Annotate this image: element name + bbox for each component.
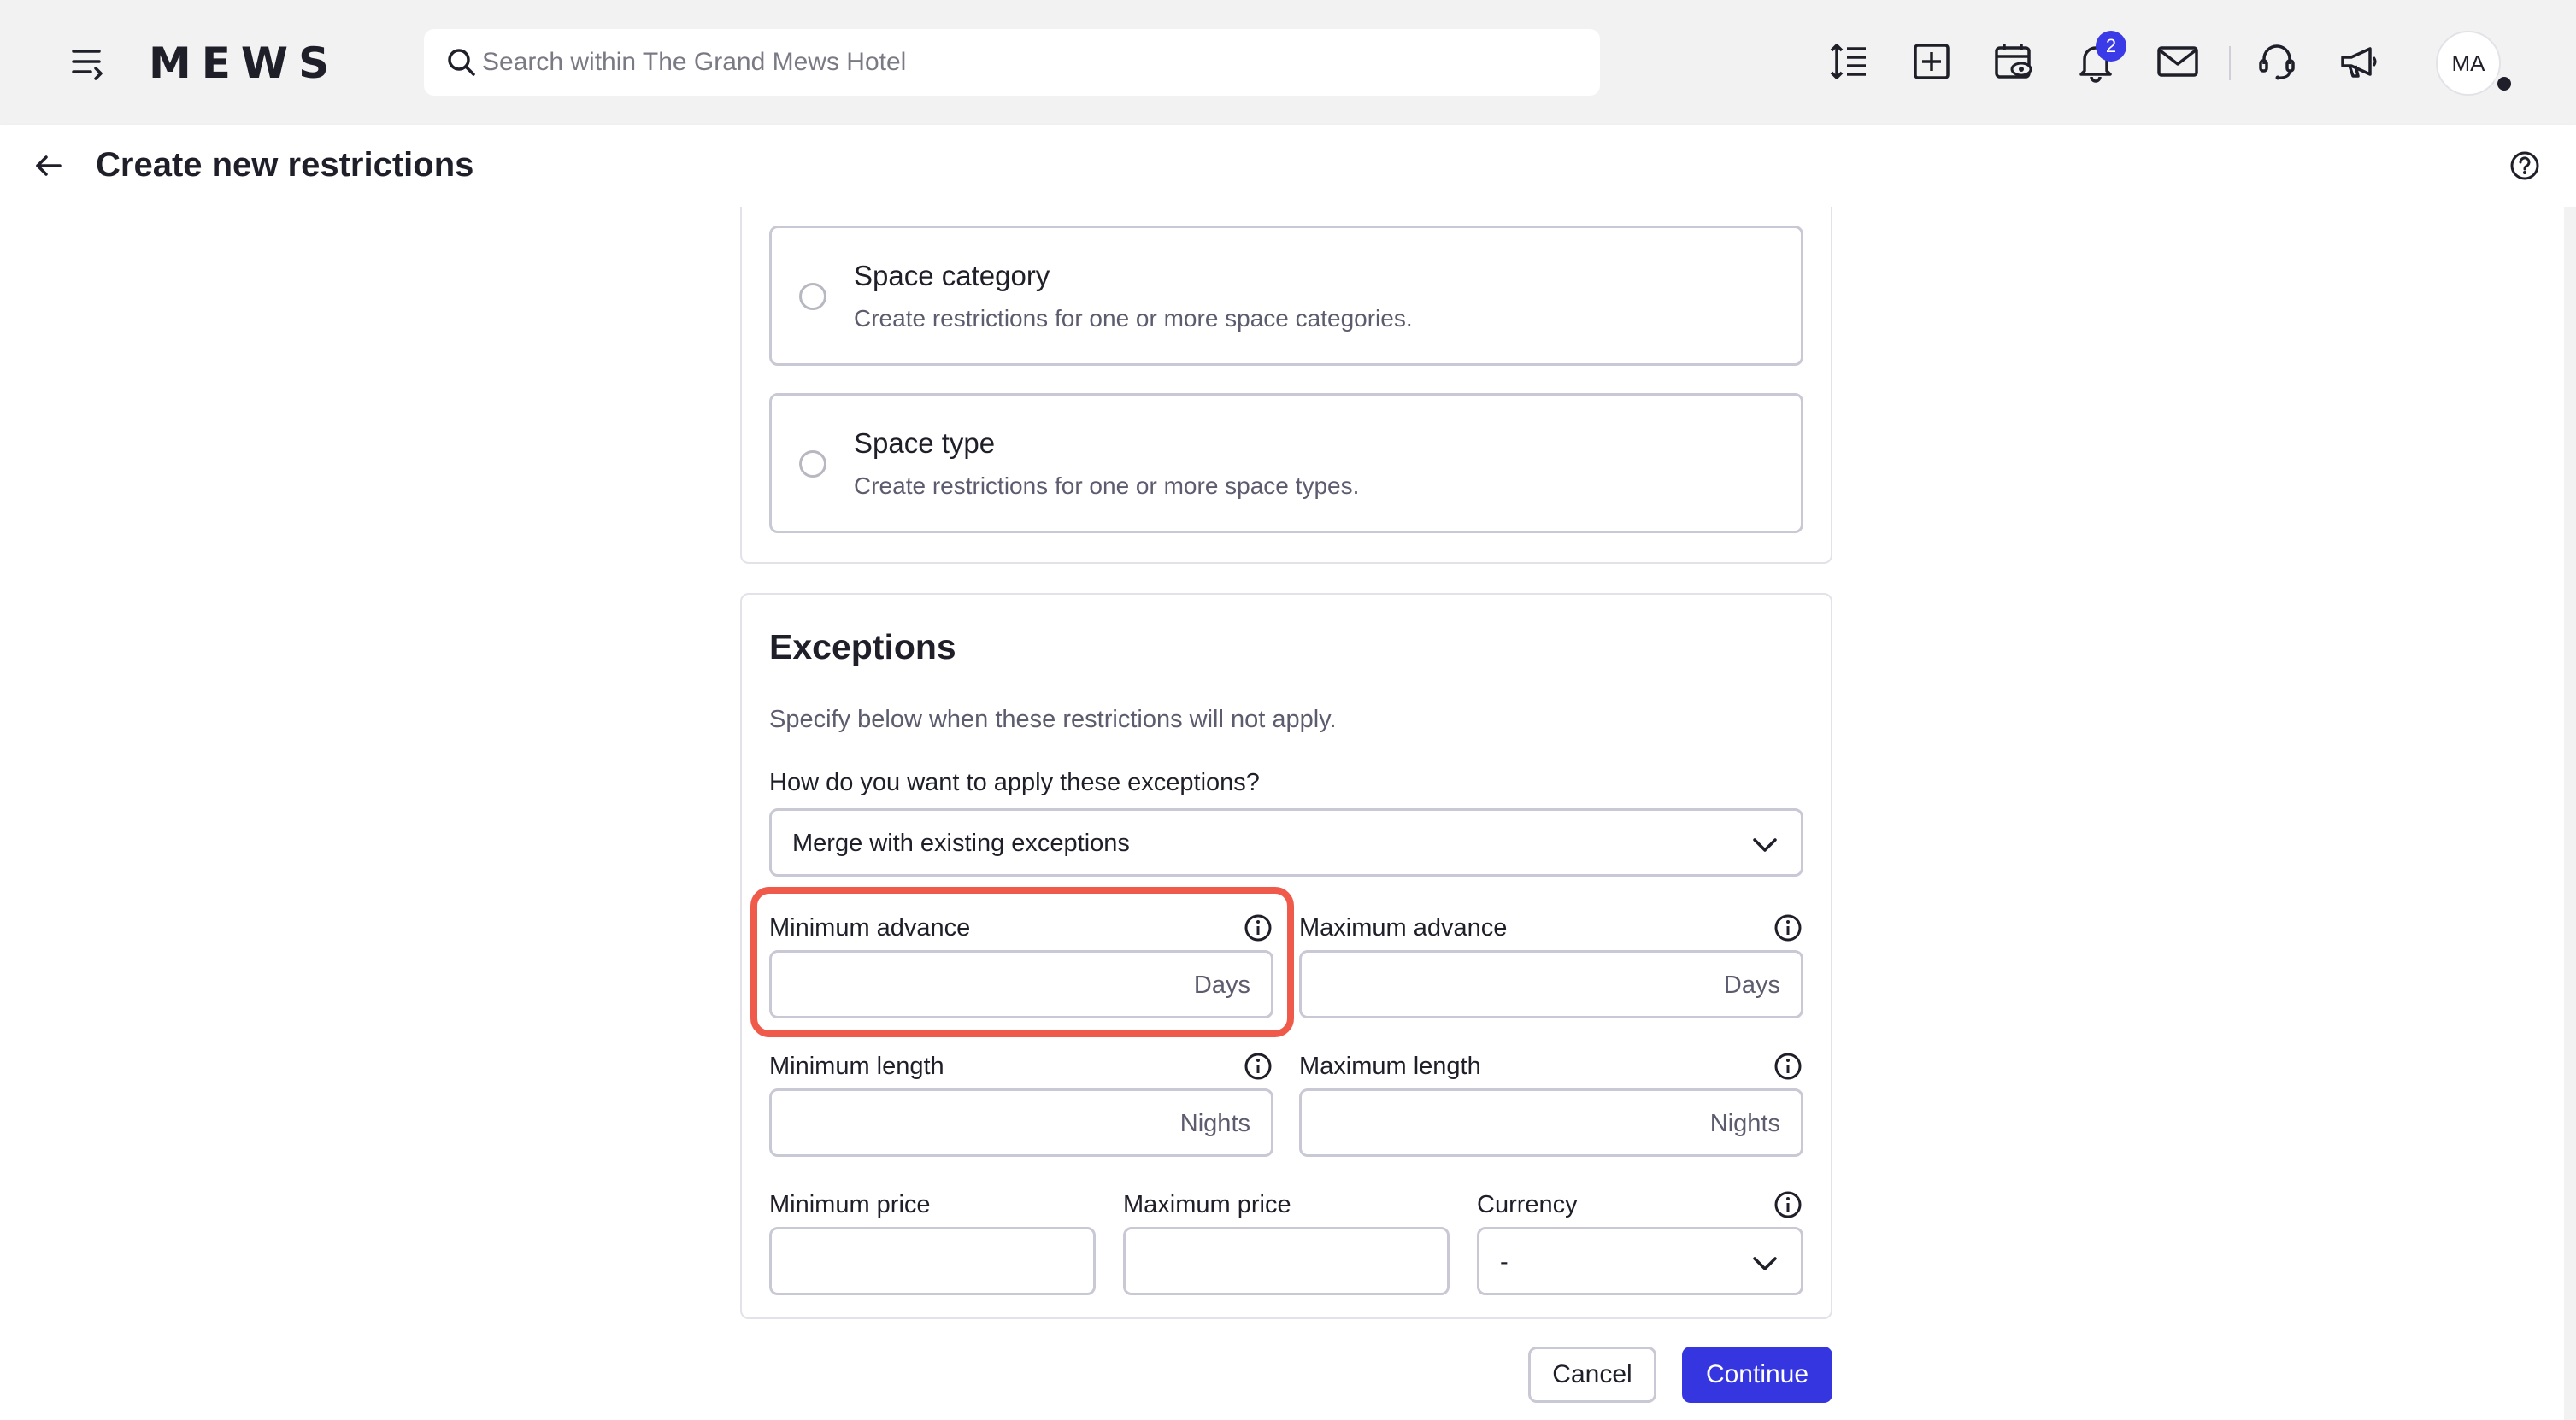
highlight-box xyxy=(750,887,1294,1037)
max-length-label: Maximum length xyxy=(1299,1053,1481,1080)
info-icon[interactable] xyxy=(1243,1051,1273,1082)
min-length-suffix: Nights xyxy=(1179,1110,1250,1137)
min-length-label: Minimum length xyxy=(769,1053,944,1080)
search-bar[interactable] xyxy=(424,29,1600,96)
max-price-label: Maximum price xyxy=(1123,1191,1291,1218)
min-price-label: Minimum price xyxy=(769,1191,931,1218)
currency-select[interactable]: - xyxy=(1477,1227,1803,1295)
option-title: Space category xyxy=(854,260,1050,291)
scrollbar-track[interactable] xyxy=(2564,207,2576,1420)
menu-icon[interactable] xyxy=(72,44,106,82)
search-input[interactable] xyxy=(482,41,1576,84)
back-arrow-icon[interactable] xyxy=(31,149,65,183)
max-advance-input[interactable]: Days xyxy=(1299,950,1803,1018)
info-icon[interactable] xyxy=(1773,912,1803,943)
status-dot xyxy=(2494,73,2514,94)
avatar-initials: MA xyxy=(2451,50,2485,76)
avatar[interactable]: MA xyxy=(2436,31,2501,96)
max-advance-label: Maximum advance xyxy=(1299,914,1508,942)
megaphone-icon[interactable] xyxy=(2335,38,2383,85)
option-space-category[interactable]: Space category Create restrictions for o… xyxy=(769,226,1803,366)
line-height-icon[interactable] xyxy=(1826,38,1873,85)
search-icon xyxy=(448,49,475,76)
chevron-down-icon xyxy=(1753,838,1777,852)
option-description: Create restrictions for one or more spac… xyxy=(854,472,1360,499)
toolbar-divider xyxy=(2229,46,2231,80)
content-area: Space category Create restrictions for o… xyxy=(0,207,2576,1420)
option-space-type[interactable]: Space type Create restrictions for one o… xyxy=(769,393,1803,533)
mews-logo[interactable]: MEWS xyxy=(149,39,339,87)
top-bar: MEWS Search within The Grand Mews Hotel … xyxy=(0,0,2576,125)
currency-select-value: - xyxy=(1500,1248,1509,1276)
option-title: Space type xyxy=(854,427,996,459)
radio-space-type[interactable] xyxy=(799,450,826,478)
apply-label: How do you want to apply these exception… xyxy=(769,769,1260,796)
chevron-down-icon xyxy=(1753,1257,1777,1270)
continue-button[interactable]: Continue xyxy=(1682,1347,1832,1403)
scope-card: Space category Create restrictions for o… xyxy=(740,207,1832,564)
max-price-input[interactable] xyxy=(1123,1227,1450,1295)
max-advance-suffix: Days xyxy=(1723,971,1780,999)
option-description: Create restrictions for one or more spac… xyxy=(854,305,1413,332)
mail-icon[interactable] xyxy=(2154,38,2202,85)
exceptions-description: Specify below when these restrictions wi… xyxy=(769,706,1337,733)
info-icon[interactable] xyxy=(1773,1051,1803,1082)
apply-select[interactable]: Merge with existing exceptions xyxy=(769,808,1803,877)
info-icon[interactable] xyxy=(1773,1189,1803,1220)
cancel-button[interactable]: Cancel xyxy=(1528,1347,1656,1403)
max-length-suffix: Nights xyxy=(1709,1110,1780,1137)
min-length-input[interactable]: Nights xyxy=(769,1088,1273,1157)
apply-select-value: Merge with existing exceptions xyxy=(792,830,1130,857)
page-title: Create new restrictions xyxy=(96,146,474,184)
support-icon[interactable] xyxy=(2253,38,2301,85)
radio-space-category[interactable] xyxy=(799,283,826,310)
calendar-eye-icon[interactable] xyxy=(1990,38,2038,85)
add-icon[interactable] xyxy=(1908,38,1956,85)
notification-badge: 2 xyxy=(2096,31,2126,62)
currency-label: Currency xyxy=(1477,1191,1578,1218)
min-price-input[interactable] xyxy=(769,1227,1096,1295)
max-length-input[interactable]: Nights xyxy=(1299,1088,1803,1157)
exceptions-title: Exceptions xyxy=(769,627,956,666)
help-icon[interactable] xyxy=(2508,149,2542,183)
page-header: Create new restrictions xyxy=(0,125,2576,207)
